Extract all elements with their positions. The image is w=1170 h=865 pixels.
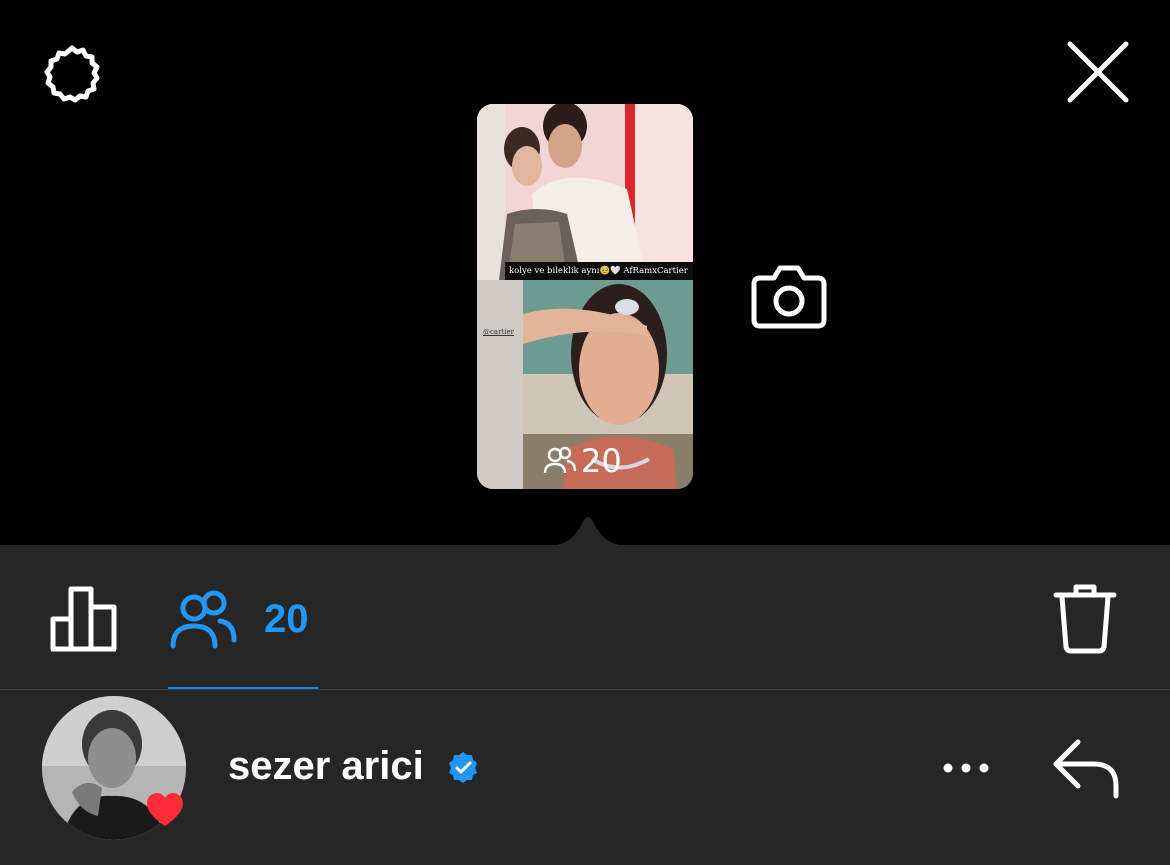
thumbnail-viewer-count: 20 [543,442,622,480]
people-icon [170,590,237,649]
story-thumbnail[interactable]: kolye ve bileklik aynı🥹🤍 AfRamxCartier @… [477,104,693,489]
settings-button[interactable] [36,40,108,112]
divider [0,689,1170,690]
close-button[interactable] [1062,38,1134,110]
bar-chart-icon [50,586,117,652]
trash-icon [1053,584,1117,654]
reply-button[interactable] [1050,736,1124,800]
thumbnail-viewer-count-text: 20 [581,442,622,480]
tab-viewers[interactable]: 20 [168,583,318,655]
heart-reaction-icon [147,793,183,826]
story-image [477,104,693,489]
panel-pointer [548,517,628,546]
close-icon [1067,41,1129,103]
viewer-username[interactable]: sezer arici [228,744,424,789]
camera-button[interactable] [750,258,828,332]
story-tag: @cartier [483,328,514,336]
viewers-count: 20 [264,596,309,641]
people-icon [543,446,577,474]
gear-icon [44,45,100,103]
more-horizontal-icon [943,763,989,773]
reply-icon [1053,739,1119,799]
verified-badge-icon [449,752,477,783]
tab-insights[interactable] [48,583,120,655]
camera-icon [751,265,827,329]
more-options-button[interactable] [936,752,996,784]
story-caption: kolye ve bileklik aynı🥹🤍 AfRamxCartier [505,262,693,280]
delete-button[interactable] [1052,583,1118,655]
